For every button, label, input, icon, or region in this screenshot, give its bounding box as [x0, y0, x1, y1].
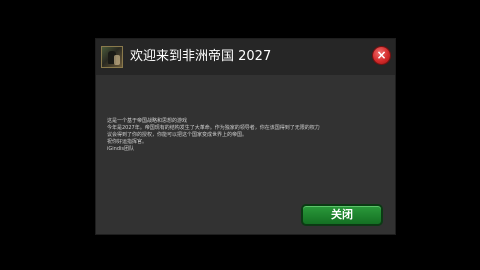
message-line: iGindis团队: [107, 146, 134, 152]
close-icon[interactable]: ×: [373, 47, 390, 64]
game-thumbnail-icon: [101, 46, 123, 68]
message-line: 议会得到了你的授权，你能可以把这个国家变成世界上的帝国。: [107, 132, 248, 138]
close-button[interactable]: 关闭: [301, 204, 383, 226]
message-line: 这是一个基于帝国战略和思想的游戏: [107, 118, 188, 124]
soldier-figure-secondary: [114, 55, 120, 65]
dialog-message: 这是一个基于帝国战略和思想的游戏 今年是2027年。帝国现有的结构发生了大革命。…: [107, 118, 387, 153]
message-line: 今年是2027年。帝国现有的结构发生了大革命。作为独家的领导者，你在该国得到了无…: [107, 125, 320, 131]
dialog-header: 欢迎来到非洲帝国 2027 ×: [96, 39, 395, 75]
dialog-title: 欢迎来到非洲帝国 2027: [130, 49, 272, 64]
message-line: 祝你好运指挥官。: [107, 139, 148, 145]
welcome-dialog: 欢迎来到非洲帝国 2027 × 这是一个基于帝国战略和思想的游戏 今年是2027…: [95, 38, 396, 235]
